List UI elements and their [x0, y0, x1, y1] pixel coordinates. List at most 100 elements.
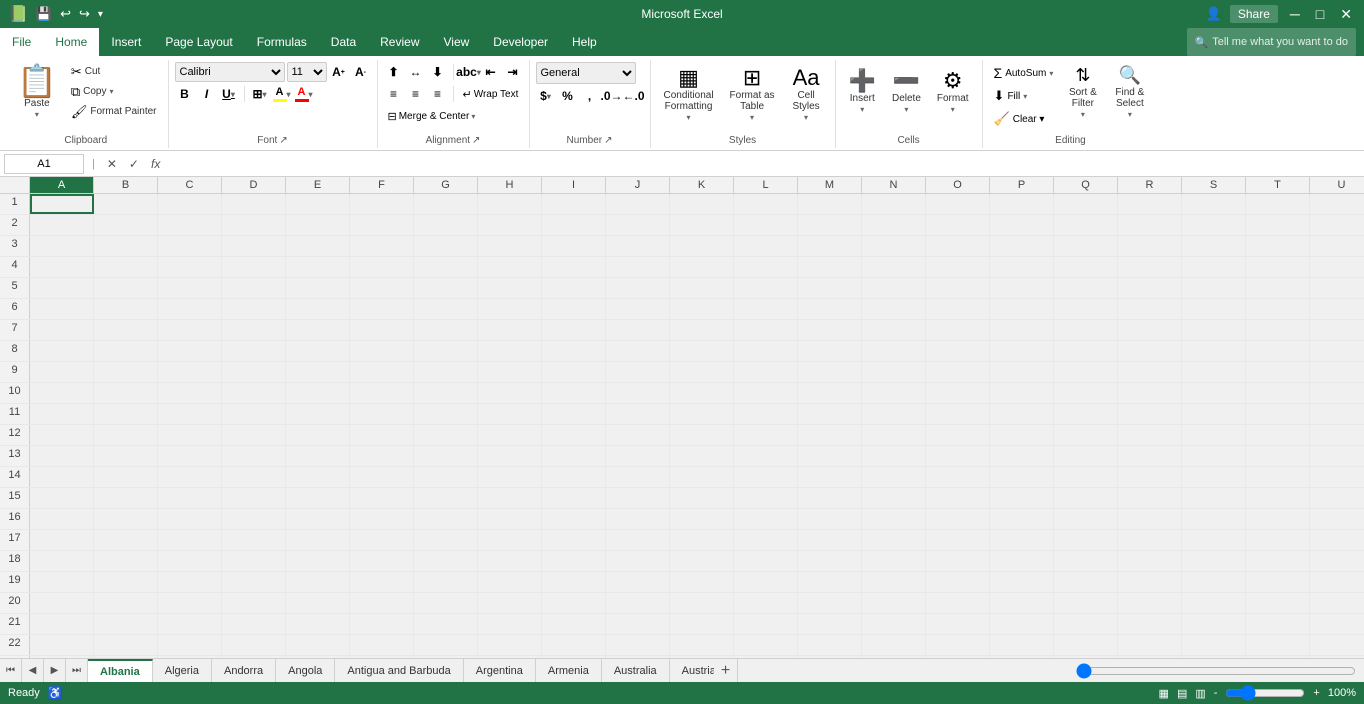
cell-R12[interactable] [1118, 425, 1182, 445]
cell-G8[interactable] [414, 341, 478, 361]
cell-B18[interactable] [94, 551, 158, 571]
merge-center-button[interactable]: ⊟ Merge & Center ▾ [384, 106, 480, 126]
cell-P17[interactable] [990, 530, 1054, 550]
cell-P3[interactable] [990, 236, 1054, 256]
cell-G10[interactable] [414, 383, 478, 403]
cell-D8[interactable] [222, 341, 286, 361]
cell-M6[interactable] [798, 299, 862, 319]
cell-Q18[interactable] [1054, 551, 1118, 571]
cell-L22[interactable] [734, 635, 798, 655]
cell-Q20[interactable] [1054, 593, 1118, 613]
percent-style-button[interactable]: % [558, 86, 578, 106]
cell-P15[interactable] [990, 488, 1054, 508]
cell-P18[interactable] [990, 551, 1054, 571]
cell-F7[interactable] [350, 320, 414, 340]
cell-F19[interactable] [350, 572, 414, 592]
sheet-tab-angola[interactable]: Angola [276, 659, 335, 682]
cell-K5[interactable] [670, 278, 734, 298]
cell-R3[interactable] [1118, 236, 1182, 256]
row-num-2[interactable]: 2 [0, 215, 30, 235]
cell-T10[interactable] [1246, 383, 1310, 403]
col-header-N[interactable]: N [862, 177, 926, 193]
sheet-tab-albania[interactable]: Albania [88, 659, 153, 682]
cell-L3[interactable] [734, 236, 798, 256]
cell-E13[interactable] [286, 446, 350, 466]
cell-G20[interactable] [414, 593, 478, 613]
cell-Q21[interactable] [1054, 614, 1118, 634]
row-num-9[interactable]: 9 [0, 362, 30, 382]
cell-U12[interactable] [1310, 425, 1364, 445]
cancel-formula-button[interactable]: ✕ [103, 157, 121, 171]
cell-J10[interactable] [606, 383, 670, 403]
cell-B16[interactable] [94, 509, 158, 529]
cell-C11[interactable] [158, 404, 222, 424]
cell-H1[interactable] [478, 194, 542, 214]
cell-O1[interactable] [926, 194, 990, 214]
cell-A16[interactable] [30, 509, 94, 529]
menu-developer[interactable]: Developer [481, 28, 560, 56]
cell-I4[interactable] [542, 257, 606, 277]
cell-J7[interactable] [606, 320, 670, 340]
cell-U19[interactable] [1310, 572, 1364, 592]
cell-C1[interactable] [158, 194, 222, 214]
cell-A7[interactable] [30, 320, 94, 340]
cell-B7[interactable] [94, 320, 158, 340]
row-num-5[interactable]: 5 [0, 278, 30, 298]
col-header-F[interactable]: F [350, 177, 414, 193]
col-header-S[interactable]: S [1182, 177, 1246, 193]
cell-N5[interactable] [862, 278, 926, 298]
cell-L6[interactable] [734, 299, 798, 319]
cell-Q19[interactable] [1054, 572, 1118, 592]
cell-J16[interactable] [606, 509, 670, 529]
cell-M11[interactable] [798, 404, 862, 424]
cell-E2[interactable] [286, 215, 350, 235]
cell-L8[interactable] [734, 341, 798, 361]
cell-F21[interactable] [350, 614, 414, 634]
sheet-nav-prev[interactable]: ◀ [22, 659, 44, 682]
cell-R19[interactable] [1118, 572, 1182, 592]
cell-B14[interactable] [94, 467, 158, 487]
cell-H3[interactable] [478, 236, 542, 256]
cell-G11[interactable] [414, 404, 478, 424]
menu-data[interactable]: Data [319, 28, 368, 56]
cell-E6[interactable] [286, 299, 350, 319]
cell-S19[interactable] [1182, 572, 1246, 592]
cell-U5[interactable] [1310, 278, 1364, 298]
cell-S3[interactable] [1182, 236, 1246, 256]
cell-J5[interactable] [606, 278, 670, 298]
cell-M18[interactable] [798, 551, 862, 571]
cell-E18[interactable] [286, 551, 350, 571]
cell-A17[interactable] [30, 530, 94, 550]
cell-E19[interactable] [286, 572, 350, 592]
cell-O2[interactable] [926, 215, 990, 235]
cell-O4[interactable] [926, 257, 990, 277]
insert-function-button[interactable]: fx [147, 157, 164, 171]
col-header-T[interactable]: T [1246, 177, 1310, 193]
cut-button[interactable]: ✂ Cut [66, 62, 162, 81]
cell-R2[interactable] [1118, 215, 1182, 235]
cell-A8[interactable] [30, 341, 94, 361]
sheet-tab-andorra[interactable]: Andorra [212, 659, 276, 682]
cell-U20[interactable] [1310, 593, 1364, 613]
cell-R1[interactable] [1118, 194, 1182, 214]
cell-M9[interactable] [798, 362, 862, 382]
cell-M17[interactable] [798, 530, 862, 550]
cell-T2[interactable] [1246, 215, 1310, 235]
cell-O19[interactable] [926, 572, 990, 592]
cell-B17[interactable] [94, 530, 158, 550]
cell-K9[interactable] [670, 362, 734, 382]
col-header-H[interactable]: H [478, 177, 542, 193]
cell-E20[interactable] [286, 593, 350, 613]
cell-N1[interactable] [862, 194, 926, 214]
cell-U6[interactable] [1310, 299, 1364, 319]
cell-L9[interactable] [734, 362, 798, 382]
cell-J22[interactable] [606, 635, 670, 655]
cell-J1[interactable] [606, 194, 670, 214]
cell-B5[interactable] [94, 278, 158, 298]
cell-U8[interactable] [1310, 341, 1364, 361]
cell-M2[interactable] [798, 215, 862, 235]
cell-C4[interactable] [158, 257, 222, 277]
cell-O15[interactable] [926, 488, 990, 508]
cell-E17[interactable] [286, 530, 350, 550]
cell-P11[interactable] [990, 404, 1054, 424]
